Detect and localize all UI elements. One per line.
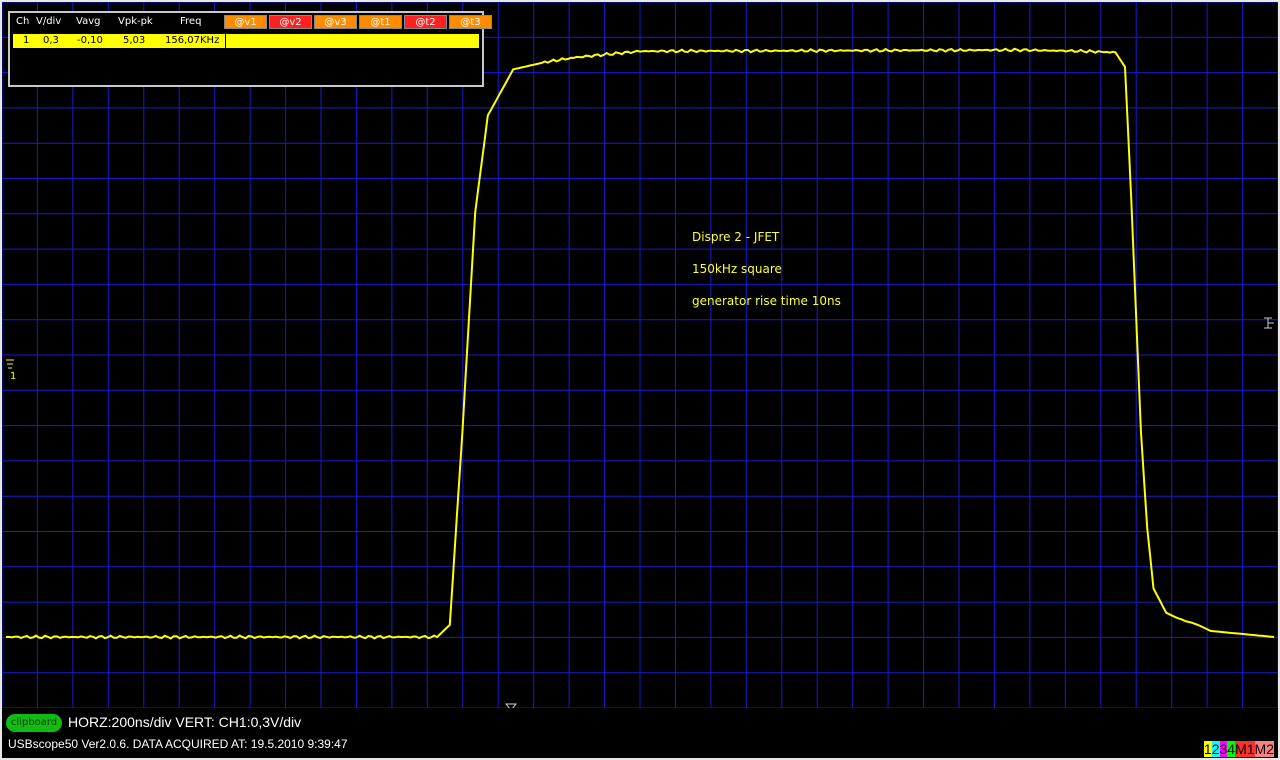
cursor-button-t1[interactable]: @t1 — [359, 15, 402, 29]
row-ch: 1 — [23, 35, 30, 46]
status-bar: clipboard HORZ:200ns/div VERT: CH1:0,3V/… — [2, 710, 1278, 758]
header-freq: Freq — [180, 16, 202, 27]
annotation-line-2: 150kHz square — [692, 262, 782, 276]
clipboard-button[interactable]: clipboard — [6, 714, 62, 732]
legend-item-m2[interactable]: M2 — [1254, 741, 1274, 757]
header-vdiv: V/div — [36, 16, 62, 27]
row-separator — [225, 34, 226, 48]
ground-marker-label: 1 — [10, 371, 16, 382]
row-freq: 156,07KHz — [165, 35, 220, 46]
measurement-row-ch1[interactable]: 1 0,3 -0,10 5,03 156,07KHz — [12, 33, 480, 49]
graticule — [2, 2, 1278, 708]
header-vpkpk: Vpk-pk — [118, 16, 153, 27]
legend-item-2[interactable]: 2 — [1211, 741, 1220, 757]
cursor-button-v3[interactable]: @v3 — [314, 15, 357, 29]
row-vpkpk: 5,03 — [123, 35, 146, 46]
cursor-button-v2[interactable]: @v2 — [269, 15, 312, 29]
cursor-button-t3[interactable]: @t3 — [449, 15, 492, 29]
cursor-button-t2[interactable]: @t2 — [404, 15, 447, 29]
scope-plot[interactable]: 1 — [2, 2, 1278, 708]
measurement-header: Ch V/div Vavg Vpk-pk Freq — [12, 15, 220, 29]
header-vavg: Vavg — [76, 16, 101, 27]
acquisition-info: USBscope50 Ver2.0.6. DATA ACQUIRED AT: 1… — [8, 737, 348, 751]
scope-screen: 1 Dispre 2 - JFET 150kHz square generato… — [2, 2, 1278, 758]
legend-item-4[interactable]: 4 — [1227, 741, 1236, 757]
row-vavg: -0,10 — [77, 35, 103, 46]
channel-legend: 1234M1M2 — [1203, 740, 1274, 758]
scale-readout: HORZ:200ns/div VERT: CH1:0,3V/div — [68, 714, 302, 730]
header-ch: Ch — [16, 16, 30, 27]
legend-item-m1[interactable]: M1 — [1235, 741, 1255, 757]
cursor-button-v1[interactable]: @v1 — [224, 15, 267, 29]
row-vdiv: 0,3 — [43, 35, 59, 46]
measurement-panel: Ch V/div Vavg Vpk-pk Freq @v1 @v2 @v3 @t1 @t… — [8, 11, 492, 87]
annotation-line-1: Dispre 2 - JFET — [692, 230, 780, 244]
legend-item-1[interactable]: 1 — [1203, 741, 1212, 757]
annotation-line-3: generator rise time 10ns — [692, 294, 841, 308]
